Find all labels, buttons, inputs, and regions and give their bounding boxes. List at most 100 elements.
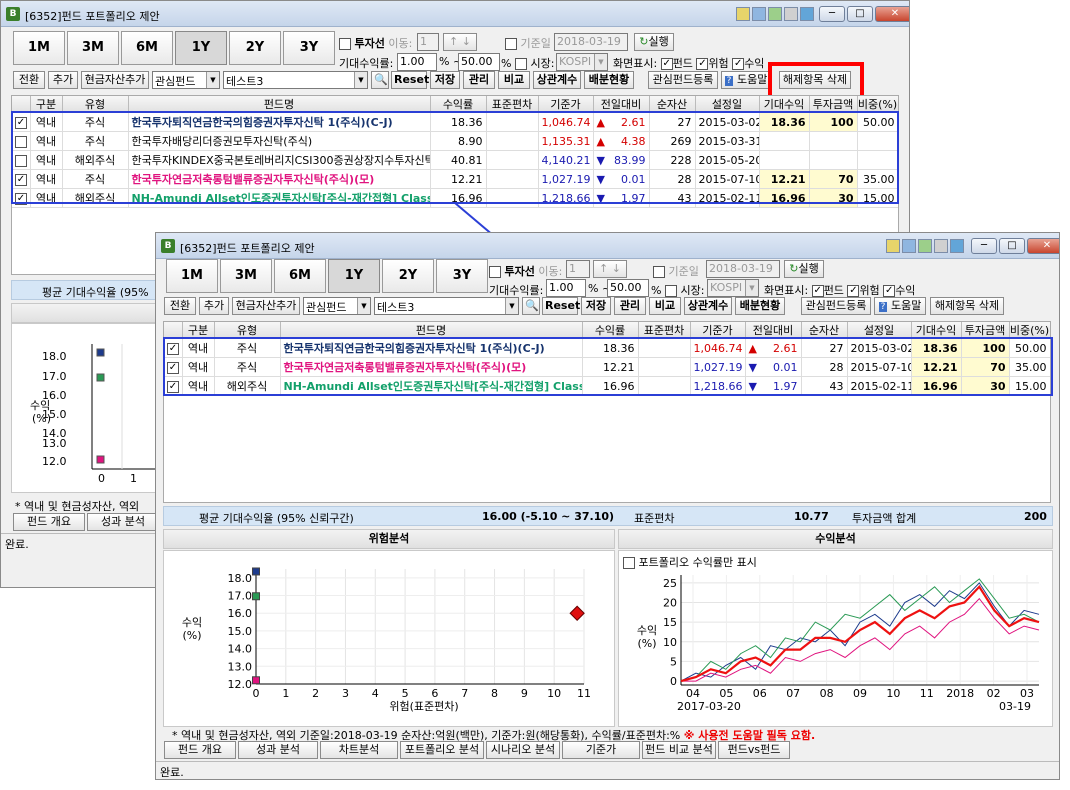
ref-date-option[interactable]: 기준일 [653, 263, 699, 279]
correlation-button[interactable]: 상관계수 [684, 297, 732, 315]
period-1y[interactable]: 1Y [328, 259, 380, 293]
investor-checkbox[interactable] [489, 266, 501, 278]
tool-icon[interactable] [918, 239, 932, 253]
search-icon: 🔍 [525, 299, 539, 312]
tab-base-price[interactable]: 기준가 [562, 741, 640, 759]
show-risk-label: 위험 [859, 284, 880, 297]
x-tick-label: 02 [987, 687, 1001, 700]
x-tick-label: 8 [491, 687, 498, 700]
return-panel-header: 수익분석 [618, 529, 1053, 549]
show-return-label: 수익 [895, 284, 916, 297]
period-2y[interactable]: 2Y [382, 259, 434, 293]
x-tick-label: 09 [853, 687, 867, 700]
help-label: 도움말 [890, 299, 922, 312]
market-select[interactable]: KOSPI ▼ [707, 279, 759, 297]
risk-chart: 0 1 2 3 4 5 6 7 8 9 10 11 12.0 13.0 14.0 15.0 16.0 17.0 18… [163, 550, 615, 727]
portfolio-only-checkbox[interactable] [623, 557, 635, 569]
switch-button[interactable]: 전환 [164, 297, 196, 315]
y-tick-label: 14.0 [228, 643, 253, 656]
tab-chart-analysis[interactable]: 차트분석 [320, 741, 398, 759]
execute-label: 실행 [798, 262, 819, 275]
x-tick-label: 3 [342, 687, 349, 700]
investor-option[interactable]: 투자선 이동: [489, 263, 562, 279]
minimize-button[interactable]: ─ [971, 238, 997, 254]
x-tick-label: 1 [282, 687, 289, 700]
tab-portfolio-analysis[interactable]: 포트폴리오 분석 [400, 741, 484, 759]
x-tick-label: 03 [1020, 687, 1034, 700]
x-tick-label: 7 [461, 687, 468, 700]
close-button[interactable]: ✕ [1027, 238, 1059, 254]
investor-label: 투자선 [504, 265, 535, 278]
y-tick-label: 12.0 [228, 678, 253, 691]
summary-bar: 평균 기대수익율 (95% 신뢰구간) 16.00 (-5.10 ~ 37.10… [163, 506, 1053, 526]
help-icon[interactable] [950, 239, 964, 253]
return-chart: 포트폴리오 수익률만 표시 0 5 10 15 20 25 04 05 06 07 08 09 10 11… [618, 550, 1053, 727]
y-tick-label: 18.0 [228, 572, 253, 585]
x-tick-label: 4 [372, 687, 379, 700]
compare-button[interactable]: 비교 [649, 297, 681, 315]
reset-button[interactable]: Reset [542, 297, 580, 315]
risk-panel-header: 위험분석 [163, 529, 615, 549]
add-cash-button[interactable]: 현금자산추가 [232, 297, 300, 315]
help-button[interactable]: ? 도움말 [874, 297, 926, 315]
add-button[interactable]: 추가 [199, 297, 229, 315]
delete-item-button[interactable]: 해제항목 삭제 [930, 297, 1004, 315]
execute-button[interactable]: ↻실행 [784, 260, 824, 278]
tab-scenario-analysis[interactable]: 시나리오 분석 [486, 741, 560, 759]
y-tick-label: 20 [663, 597, 677, 610]
market-option[interactable]: % 시장: [651, 282, 704, 298]
distribution-button[interactable]: 배분현황 [735, 297, 785, 315]
tab-fund-compare[interactable]: 펀드 비교 분석 [642, 741, 716, 759]
move-arrows[interactable]: ↑ ↓ [593, 260, 627, 278]
x-tick-label: 9 [521, 687, 528, 700]
market-label: 시장: [680, 284, 705, 297]
tab-performance[interactable]: 성과 분석 [238, 741, 318, 759]
market-checkbox[interactable] [664, 285, 677, 297]
bottom-tabs: 펀드 개요 성과 분석 차트분석 포트폴리오 분석 시나리오 분석 기준가 펀드… [164, 741, 792, 759]
register-interest-button[interactable]: 관심펀드등록 [801, 297, 871, 315]
manage-button[interactable]: 관리 [614, 297, 646, 315]
portfolio-only-option[interactable]: 포트폴리오 수익률만 표시 [623, 554, 757, 570]
move-input[interactable]: 1 [566, 260, 590, 278]
chevron-down-icon: ▼ [357, 298, 370, 314]
period-buttons: 1M 3M 6M 1Y 2Y 3Y [166, 259, 496, 293]
tab-fund-vs-fund[interactable]: 펀드vs펀드 [718, 741, 790, 759]
show-fund-label: 펀드 [823, 284, 844, 297]
x-tick-label: 10 [886, 687, 900, 700]
std-label: 표준편차 [634, 512, 675, 525]
avg-return-value: 16.00 (-5.10 ~ 37.10) [482, 510, 615, 523]
period-1m[interactable]: 1M [166, 259, 218, 293]
app-icon: B [161, 239, 175, 253]
y-tick-label: 16.0 [228, 607, 253, 620]
tool-icon[interactable] [934, 239, 948, 253]
save-button[interactable]: 저장 [581, 297, 611, 315]
maximize-button[interactable]: □ [999, 238, 1025, 254]
interest-fund-select[interactable]: 관심펀드 ▼ [303, 297, 371, 315]
ref-date-checkbox[interactable] [653, 266, 665, 278]
ref-date-input[interactable]: 2018-03-19 [706, 260, 780, 278]
x-tick-label: 06 [753, 687, 767, 700]
period-6m[interactable]: 6M [274, 259, 326, 293]
show-fund-checkbox[interactable]: ✓ [811, 285, 824, 297]
tool-icon[interactable] [902, 239, 916, 253]
return-to-input[interactable]: 50.00 [607, 279, 649, 297]
tool-icon[interactable] [886, 239, 900, 253]
total-amount-label: 투자금액 합계 [852, 512, 917, 525]
risk-scatter-svg: 0 1 2 3 4 5 6 7 8 9 10 11 12.0 13.0 14.0 15.0 16.0 17.0 18… [182, 567, 591, 713]
period-3y[interactable]: 3Y [436, 259, 488, 293]
window-title: [6352]펀드 포트폴리오 제안 [180, 242, 315, 255]
x-tick-label: 0 [253, 687, 260, 700]
avg-return-label: 평균 기대수익율 (95% 신뢰구간) [199, 512, 354, 525]
show-return-checkbox[interactable]: ✓ [883, 285, 896, 297]
scatter-point [252, 676, 260, 685]
period-3m[interactable]: 3M [220, 259, 272, 293]
return-from-input[interactable]: 1.00 [546, 279, 586, 297]
y-axis-label: (%) [637, 637, 656, 650]
market-value: KOSPI [710, 281, 743, 294]
y-tick-label: 13.0 [228, 660, 253, 673]
tab-fund-overview[interactable]: 펀드 개요 [164, 741, 236, 759]
fund-search-input[interactable]: 테스트3 ▼ [374, 297, 519, 315]
display-label: 화면표시: [764, 284, 809, 297]
show-risk-checkbox[interactable]: ✓ [847, 285, 860, 297]
search-button[interactable]: 🔍 [522, 297, 540, 315]
